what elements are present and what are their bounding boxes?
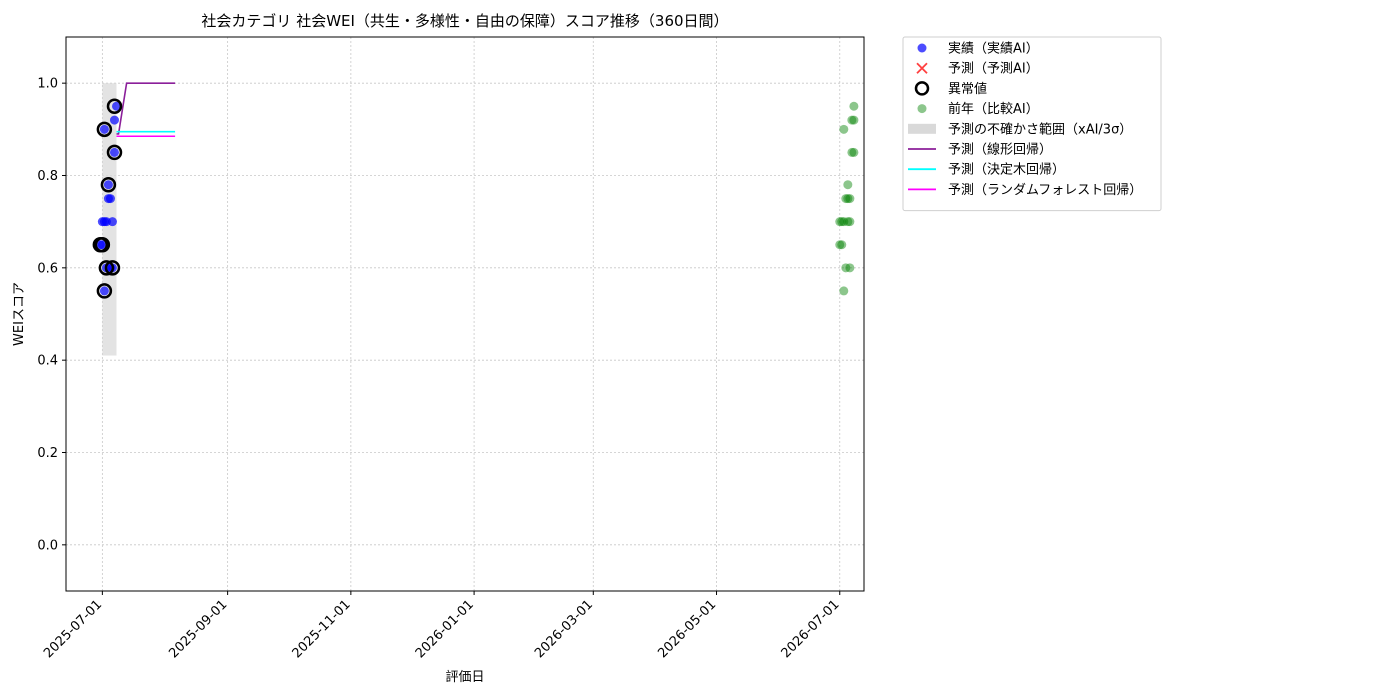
actual-point [109, 147, 119, 157]
previous-year-point [843, 180, 853, 190]
axis-ticks: 2025-07-01 2025-09-01 2025-11-01 2026-01-01… [37, 77, 842, 662]
y-axis-label: WEIスコア [12, 282, 27, 346]
previous-year-point [839, 286, 849, 296]
legend-marker-dot [917, 43, 927, 53]
previous-year-point [837, 240, 847, 250]
legend-label: 予測の不確かさ範囲（xAI/3σ） [948, 121, 1132, 137]
x-tick-label: 2026-03-01 [532, 597, 596, 661]
y-tick-label: 0.0 [37, 538, 58, 553]
previous-year-point [849, 147, 859, 157]
actual-point [103, 180, 113, 190]
chart-title: 社会カテゴリ 社会WEI（共生・多様性・自由の保障）スコア推移（360日間） [201, 12, 728, 30]
actual-point [99, 286, 109, 296]
actual-point [105, 194, 115, 204]
legend-label: 予測（予測AI） [948, 62, 1039, 77]
previous-year-point [839, 124, 849, 134]
chart: 2025-07-01 2025-09-01 2025-11-01 2026-01-01… [12, 12, 1162, 685]
forecast-line [116, 82, 176, 135]
y-tick-label: 0.6 [37, 261, 58, 276]
previous-year-point [849, 115, 859, 125]
actual-point [107, 217, 117, 227]
legend-label: 前年（比較AI） [948, 101, 1039, 117]
y-tick-label: 1.0 [37, 77, 58, 92]
previous-year-point [845, 194, 855, 204]
grid [66, 37, 864, 591]
plot-frame [65, 36, 865, 592]
actual-point [109, 115, 119, 125]
x-tick-label: 2025-07-01 [41, 597, 105, 661]
forecast-lines-layer [116, 82, 176, 138]
y-tick-label: 0.4 [37, 354, 58, 369]
previous-year-point [845, 217, 855, 227]
legend-label: 予測（線形回帰） [948, 142, 1052, 158]
x-tick-label: 2026-07-01 [779, 597, 843, 661]
legend-label: 予測（決定木回帰） [948, 162, 1065, 178]
legend: 実績（実績AI） 予測（予測AI） 異常値前年（比較AI） 予測の不確かさ範囲（xAI… [902, 36, 1162, 212]
legend-marker-band [908, 123, 936, 134]
actual-point [99, 124, 109, 134]
legend-marker-dot [917, 104, 927, 114]
previous-year-point [849, 101, 859, 111]
x-tick-label: 2026-01-01 [413, 597, 477, 661]
y-tick-label: 0.8 [37, 169, 58, 184]
y-tick-label: 0.2 [37, 446, 58, 461]
legend-label: 予測（ランダムフォレスト回帰） [948, 182, 1142, 198]
x-tick-label: 2025-09-01 [166, 597, 230, 661]
legend-label: 異常値 [948, 81, 987, 97]
previous-year-point [845, 263, 855, 273]
x-tick-label: 2025-11-01 [290, 597, 354, 661]
x-axis-label: 評価日 [445, 670, 484, 685]
legend-label: 実績（実績AI） [948, 41, 1039, 57]
x-tick-label: 2026-05-01 [655, 597, 719, 661]
